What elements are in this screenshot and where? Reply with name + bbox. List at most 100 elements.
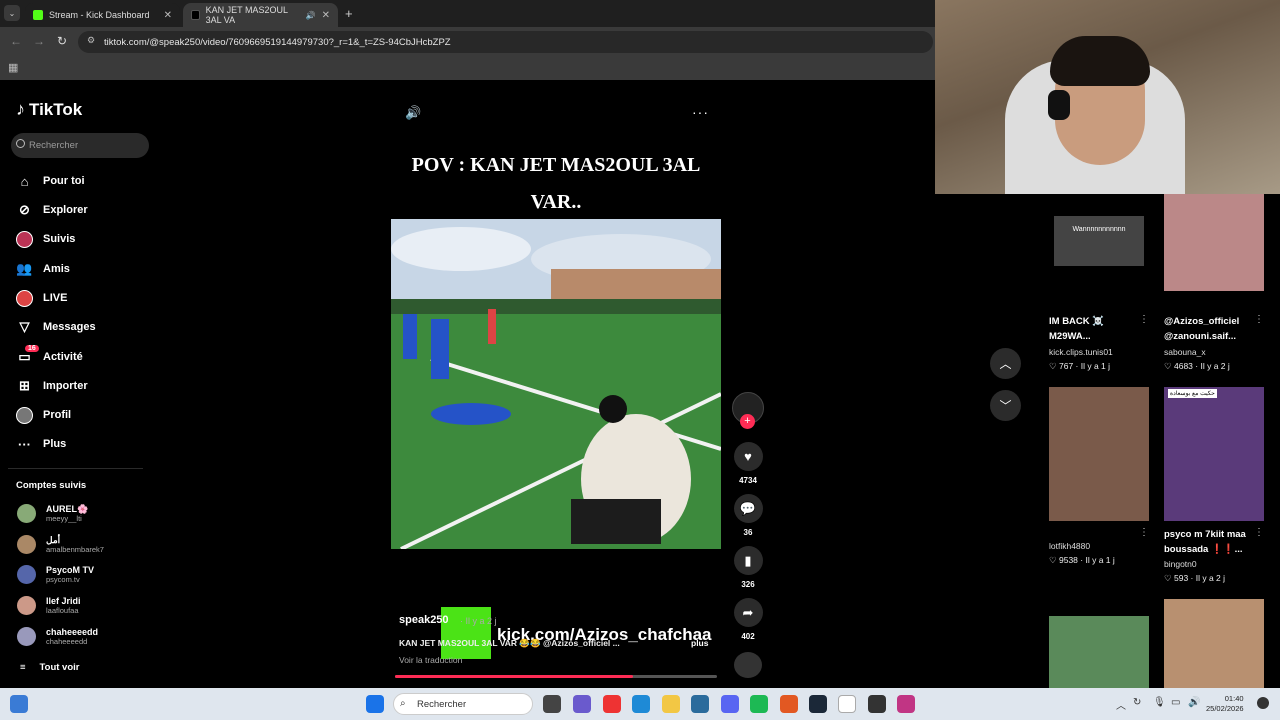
feed-card-user[interactable]: bingotn0	[1164, 559, 1197, 569]
file-explorer-icon[interactable]	[662, 695, 680, 713]
video-player[interactable]	[391, 219, 721, 549]
follow-plus-icon[interactable]: +	[740, 414, 755, 429]
more-options-icon[interactable]: ⋮	[1139, 314, 1149, 325]
feed-card-user[interactable]: sabouna_x	[1164, 347, 1206, 357]
sidebar-item-messages[interactable]: ▽ Messages	[16, 317, 96, 337]
previous-video-button[interactable]: ︿	[990, 348, 1021, 379]
sidebar-item-suivis[interactable]: Suivis	[16, 229, 75, 249]
video-author[interactable]: speak250	[399, 614, 449, 626]
logo-text: TikTok	[29, 99, 83, 119]
feed-card-user[interactable]: kick.clips.tunis01	[1049, 347, 1113, 357]
speaker-icon: 🔊	[305, 10, 316, 20]
browser-icon[interactable]	[780, 695, 798, 713]
account-handle: amalbenmbarek7	[46, 545, 104, 554]
feed-card-age: · Il y a 2 j	[1190, 573, 1226, 583]
tab-tiktok-video[interactable]: KAN JET MAS2OUL 3AL VA 🔊 ✕	[183, 3, 338, 27]
comment-icon: 💬	[733, 494, 763, 523]
sidebar-item-importer[interactable]: ⊞ Importer	[16, 376, 88, 396]
taskbar-search-input[interactable]: ⌕ Rechercher	[393, 693, 533, 715]
video-progress-bar[interactable]	[395, 675, 717, 678]
forward-icon[interactable]: →	[33, 34, 45, 48]
feed-card-thumbnail[interactable]: Wannnnnnnnnnn	[1049, 194, 1149, 299]
store-icon[interactable]	[691, 695, 709, 713]
followed-account[interactable]: chaheeeedd chaheeeedd	[17, 627, 98, 646]
feed-card-thumbnail[interactable]	[1049, 387, 1149, 521]
more-options-icon[interactable]: ⋮	[1254, 314, 1264, 325]
sidebar-item-live[interactable]: LIVE	[16, 288, 67, 308]
feed-card-thumbnail[interactable]	[1164, 194, 1264, 291]
see-translation-link[interactable]: Voir la traduction	[399, 655, 462, 665]
followed-account[interactable]: Ilef Jridi laafloufaa	[17, 596, 81, 615]
steam-icon[interactable]	[809, 695, 827, 713]
feed-card-title[interactable]: psyco m 7kiit maa boussada ❗❗...	[1164, 527, 1256, 557]
feed-card-title[interactable]: IM BACK ☠️ M29WA...	[1049, 314, 1141, 344]
discord-icon[interactable]	[721, 695, 739, 713]
apps-grid-icon[interactable]: ▦	[8, 61, 18, 74]
chevron-up-icon[interactable]: ︿	[1116, 697, 1126, 712]
volume-icon[interactable]: 🔊	[1188, 697, 1200, 708]
headset-icon	[1048, 90, 1070, 120]
more-options-icon[interactable]: ⋮	[1139, 527, 1149, 538]
close-icon[interactable]: ✕	[164, 10, 172, 21]
followed-account[interactable]: أمل amalbenmbarek7	[17, 535, 104, 554]
feed-card-title[interactable]: @Azizos_officiel @zanouni.saif...	[1164, 314, 1256, 344]
network-icon[interactable]: ▭	[1171, 697, 1180, 708]
url-input[interactable]: ⚙ tiktok.com/@speak250/video/76096695191…	[78, 31, 933, 53]
sidebar-item-amis[interactable]: 👥 Amis	[16, 259, 70, 279]
next-video-button[interactable]: ﹀	[990, 390, 1021, 421]
like-button[interactable]: ♥ 4734	[733, 442, 763, 485]
account-name: chaheeeedd	[46, 627, 99, 637]
feed-card-age: · Il y a 2 j	[1195, 361, 1230, 371]
feed-card-thumbnail[interactable]: حكيت مع بوسعادة	[1164, 387, 1264, 521]
task-view-icon[interactable]	[543, 695, 561, 713]
search-input[interactable]: Rechercher	[11, 133, 149, 158]
tiktok-logo[interactable]: ♪ TikTok	[16, 99, 82, 120]
edge-icon[interactable]	[632, 695, 650, 713]
sidebar-item-activite[interactable]: ▭ 16 Activité	[16, 344, 83, 367]
share-button[interactable]: ➦ 402	[733, 598, 763, 641]
new-tab-button[interactable]: +	[345, 6, 353, 21]
tab-kick-dashboard[interactable]: Stream - Kick Dashboard ✕	[25, 3, 180, 27]
see-all-label: Tout voir	[39, 662, 80, 673]
sync-icon[interactable]: ↻	[1133, 697, 1141, 708]
feed-card-user[interactable]: lotfikh4880	[1049, 541, 1090, 551]
divider	[8, 468, 143, 469]
followed-account[interactable]: AUREL🌸 meeyy__lti	[17, 504, 88, 523]
spotify-icon[interactable]	[750, 695, 768, 713]
close-icon[interactable]: ✕	[322, 10, 330, 21]
tab-list-button[interactable]: ⌄	[4, 5, 20, 21]
more-options-icon[interactable]: ⋮	[1254, 527, 1264, 538]
comment-button[interactable]: 💬 36	[733, 494, 763, 537]
notepad-icon[interactable]	[838, 695, 856, 713]
sidebar-item-label: Amis	[43, 263, 70, 275]
more-options-icon[interactable]: ···	[692, 104, 709, 120]
like-count: 4734	[739, 476, 757, 485]
sidebar-item-pour-toi[interactable]: ⌂ Pour toi	[16, 171, 85, 191]
widgets-icon[interactable]	[10, 695, 28, 713]
sidebar-item-explorer[interactable]: ⊘ Explorer	[16, 200, 88, 220]
chat-icon[interactable]	[573, 695, 591, 713]
site-info-icon[interactable]: ⚙	[87, 35, 95, 46]
microphone-icon[interactable]: 🎙	[1153, 697, 1166, 708]
chevron-down-icon: ﹀	[999, 399, 1012, 413]
reload-icon[interactable]: ↻	[57, 34, 67, 48]
obs-icon[interactable]	[868, 695, 886, 713]
start-icon[interactable]	[366, 695, 384, 713]
notification-icon[interactable]	[1257, 697, 1269, 709]
opera-icon[interactable]	[603, 695, 621, 713]
sidebar-item-profil[interactable]: Profil	[16, 405, 71, 425]
caption-more-link[interactable]: plus	[691, 638, 708, 648]
taskbar-clock[interactable]: 01:40 25/02/2026	[1206, 694, 1244, 714]
avatar	[17, 565, 36, 584]
see-all-link[interactable]: ≡ Tout voir	[20, 662, 79, 673]
feed-card-thumbnail[interactable]	[1049, 616, 1149, 688]
thumbnail-overlay-text: Wannnnnnnnnnn	[1054, 216, 1144, 266]
followed-account[interactable]: PsycoM TV psycom.tv	[17, 565, 94, 584]
music-disc-icon[interactable]	[734, 652, 762, 678]
back-icon[interactable]: ←	[10, 34, 22, 48]
volume-icon[interactable]: 🔊	[405, 105, 421, 121]
sidebar-item-plus[interactable]: ··· Plus	[16, 434, 66, 454]
save-button[interactable]: ▮ 326	[733, 546, 763, 589]
feed-card-thumbnail[interactable]	[1164, 599, 1264, 688]
instagram-icon[interactable]	[897, 695, 915, 713]
